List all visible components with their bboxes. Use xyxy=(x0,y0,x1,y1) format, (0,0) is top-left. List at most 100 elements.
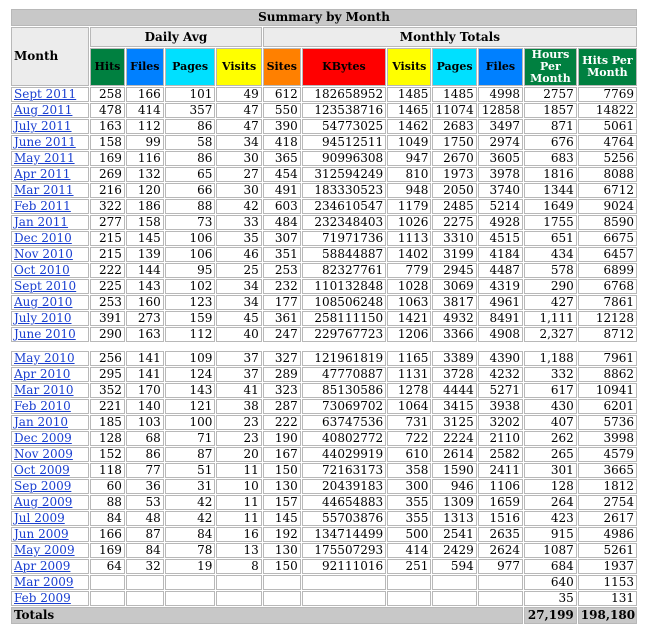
cell-visits xyxy=(216,575,262,590)
month-link[interactable]: May 2011 xyxy=(14,152,75,165)
cell-pages-total: 3069 xyxy=(432,279,477,294)
month-link[interactable]: Dec 2010 xyxy=(14,232,72,245)
month-link[interactable]: Aug 2011 xyxy=(14,104,72,117)
month-link[interactable]: Feb 2011 xyxy=(14,200,71,213)
month-link[interactable]: Jul 2009 xyxy=(14,512,65,525)
cell-visits: 23 xyxy=(216,415,262,430)
month-link[interactable]: Oct 2009 xyxy=(14,464,70,477)
cell-pages: 84 xyxy=(164,527,216,542)
cell-visits: 10 xyxy=(216,479,262,494)
month-link[interactable]: Jun 2009 xyxy=(14,528,69,541)
month-link[interactable]: June 2010 xyxy=(14,328,76,341)
cell-pages-total: 3199 xyxy=(432,247,477,262)
cell-hits-per-month: 2754 xyxy=(577,495,637,510)
month-link[interactable]: May 2010 xyxy=(14,352,75,365)
cell-hits-per-month: 7861 xyxy=(577,295,637,310)
month-link[interactable]: Aug 2009 xyxy=(14,496,72,509)
cell-hits-per-month: 4986 xyxy=(577,527,637,542)
cell-files: 84 xyxy=(125,543,164,558)
month-link[interactable]: Sept 2010 xyxy=(14,280,76,293)
month-link[interactable]: Mar 2011 xyxy=(14,184,74,197)
month-link[interactable]: Apr 2011 xyxy=(14,168,70,181)
cell-visits-total: 355 xyxy=(387,511,432,526)
month-cell: Oct 2010 xyxy=(11,263,90,278)
cell-files: 139 xyxy=(125,247,164,262)
cell-sites: 192 xyxy=(262,527,301,542)
cell-visits: 34 xyxy=(216,295,262,310)
cell-pages-total: 1590 xyxy=(432,463,477,478)
cell-files: 170 xyxy=(125,383,164,398)
cell-files-total xyxy=(477,591,524,606)
month-cell: Nov 2010 xyxy=(11,247,90,262)
cell-hours-per-month: 265 xyxy=(524,447,577,462)
cell-files-total: 1516 xyxy=(477,511,524,526)
cell-files: 141 xyxy=(125,367,164,382)
cell-pages-total: 1973 xyxy=(432,167,477,182)
month-link[interactable]: Oct 2010 xyxy=(14,264,70,277)
cell-visits: 11 xyxy=(216,495,262,510)
cell-files: 186 xyxy=(125,199,164,214)
month-link[interactable]: Feb 2010 xyxy=(14,400,71,413)
cell-pages xyxy=(164,575,216,590)
cell-sites: 289 xyxy=(262,367,301,382)
cell-sites xyxy=(262,575,301,590)
table-row: July 2011 163 112 86 47 390 54773025 1462 2683 34… xyxy=(11,119,637,134)
cell-sites: 418 xyxy=(262,135,301,150)
cell-hours-per-month: 915 xyxy=(524,527,577,542)
cell-kbytes: 258111150 xyxy=(301,311,387,326)
month-link[interactable]: Jan 2010 xyxy=(14,416,68,429)
month-cell: Mar 2011 xyxy=(11,183,90,198)
month-link[interactable]: Apr 2010 xyxy=(14,368,70,381)
month-link[interactable]: Nov 2010 xyxy=(14,248,73,261)
cell-visits-total: 500 xyxy=(387,527,432,542)
month-link[interactable]: July 2010 xyxy=(14,312,72,325)
month-link[interactable]: Sep 2009 xyxy=(14,480,71,493)
cell-kbytes: 73069702 xyxy=(301,399,387,414)
cell-hours-per-month: 1816 xyxy=(524,167,577,182)
cell-kbytes: 234610547 xyxy=(301,199,387,214)
cell-files-total: 8491 xyxy=(477,311,524,326)
table-row: Dec 2010 215 145 106 35 307 71971736 1113 3310 45… xyxy=(11,231,637,246)
cell-hits-per-month: 5261 xyxy=(577,543,637,558)
table-row: Mar 2011 216 120 66 30 491 183330523 948 2050 374… xyxy=(11,183,637,198)
month-link[interactable]: May 2009 xyxy=(14,544,75,557)
cell-files-total: 4390 xyxy=(477,351,524,366)
cell-visits: 46 xyxy=(216,247,262,262)
cell-hits: 322 xyxy=(90,199,125,214)
month-link[interactable]: Mar 2010 xyxy=(14,384,74,397)
month-link[interactable]: Sept 2011 xyxy=(14,88,76,101)
cell-visits: 41 xyxy=(216,383,262,398)
month-cell: June 2010 xyxy=(11,327,90,342)
cell-files: 166 xyxy=(125,87,164,102)
month-link[interactable]: Nov 2009 xyxy=(14,448,73,461)
month-link[interactable]: Dec 2009 xyxy=(14,432,72,445)
month-cell: Aug 2011 xyxy=(11,103,90,118)
month-cell: Feb 2011 xyxy=(11,199,90,214)
cell-hours-per-month: 1857 xyxy=(524,103,577,118)
cell-files: 145 xyxy=(125,231,164,246)
cell-kbytes: 232348403 xyxy=(301,215,387,230)
month-link[interactable]: July 2011 xyxy=(14,120,72,133)
month-link[interactable]: Mar 2009 xyxy=(14,576,74,589)
cell-visits-total: 1049 xyxy=(387,135,432,150)
cell-hits-per-month: 131 xyxy=(577,591,637,606)
cell-hits: 169 xyxy=(90,151,125,166)
cell-hits-per-month: 5256 xyxy=(577,151,637,166)
cell-pages: 73 xyxy=(164,215,216,230)
cell-visits: 34 xyxy=(216,279,262,294)
month-link[interactable]: Jan 2011 xyxy=(14,216,68,229)
cell-hours-per-month: 676 xyxy=(524,135,577,150)
month-link[interactable]: June 2011 xyxy=(14,136,76,149)
cell-visits-total: 1113 xyxy=(387,231,432,246)
cell-hits: 391 xyxy=(90,311,125,326)
cell-pages xyxy=(164,591,216,606)
month-link[interactable]: Aug 2010 xyxy=(14,296,72,309)
cell-pages: 143 xyxy=(164,383,216,398)
cell-kbytes: 90996308 xyxy=(301,151,387,166)
cell-hits-per-month: 8590 xyxy=(577,215,637,230)
month-link[interactable]: Feb 2009 xyxy=(14,592,71,605)
table-row: Dec 2009 128 68 71 23 190 40802772 722 2224 2110 2… xyxy=(11,431,637,446)
cell-sites: 365 xyxy=(262,151,301,166)
cell-pages-total: 2485 xyxy=(432,199,477,214)
month-link[interactable]: Apr 2009 xyxy=(14,560,70,573)
